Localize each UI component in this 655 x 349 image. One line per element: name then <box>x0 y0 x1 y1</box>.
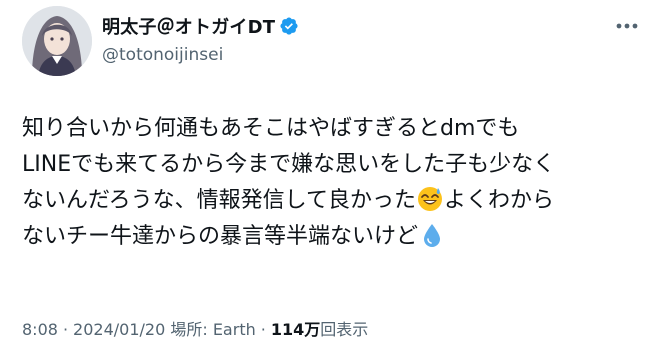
views-label: 回表示 <box>320 320 369 339</box>
avatar-portrait-icon <box>22 6 92 76</box>
meta-separator: · <box>260 320 266 339</box>
display-name[interactable]: 明太子＠オトガイDT <box>102 13 275 39</box>
tweet-date[interactable]: 2024/01/20 <box>73 320 165 339</box>
tweet-header: 明太子＠オトガイDT @totonoijinsei <box>22 6 643 76</box>
tweet-line-3-text: ないんだろうな、情報発信して良かった <box>22 188 417 213</box>
tweet-line-4: ないチー牛達からの暴言等半端ないけど <box>22 219 637 255</box>
tweet-line-4-text: ないチー牛達からの暴言等半端ないけど <box>22 224 419 249</box>
tweet-line-1: 知り合いから何通もあそこはやばすぎるとdmでも <box>22 116 520 141</box>
more-options-icon <box>616 23 638 29</box>
tweet-line-3-tail: よくわから <box>444 188 555 213</box>
author-handle[interactable]: @totonoijinsei <box>102 45 299 65</box>
droplet-emoji-icon <box>419 222 445 248</box>
tweet-location: 場所: Earth <box>170 320 256 339</box>
tweet-text: 知り合いから何通もあそこはやばすぎるとdmでも LINEでも来てるから今まで嫌な… <box>22 111 637 255</box>
tweet-line-2: LINEでも来てるから今まで嫌な思いをした子も少なく <box>22 152 556 177</box>
tweet-line-3: ないんだろうな、情報発信して良かった よくわから <box>22 183 637 219</box>
avatar[interactable] <box>22 6 92 76</box>
views-count[interactable]: 114万 <box>271 320 320 339</box>
tweet-time[interactable]: 8:08 <box>22 320 58 339</box>
grinning-sweat-emoji-icon <box>417 186 443 212</box>
more-options-button[interactable] <box>611 14 643 38</box>
meta-separator: · <box>62 320 69 339</box>
tweet-meta: 8:08 · 2024/01/20 場所: Earth · 114万回表示 <box>22 316 368 340</box>
author-names: 明太子＠オトガイDT @totonoijinsei <box>102 13 299 65</box>
display-name-row: 明太子＠オトガイDT <box>102 13 299 39</box>
verified-badge-icon <box>279 16 299 36</box>
